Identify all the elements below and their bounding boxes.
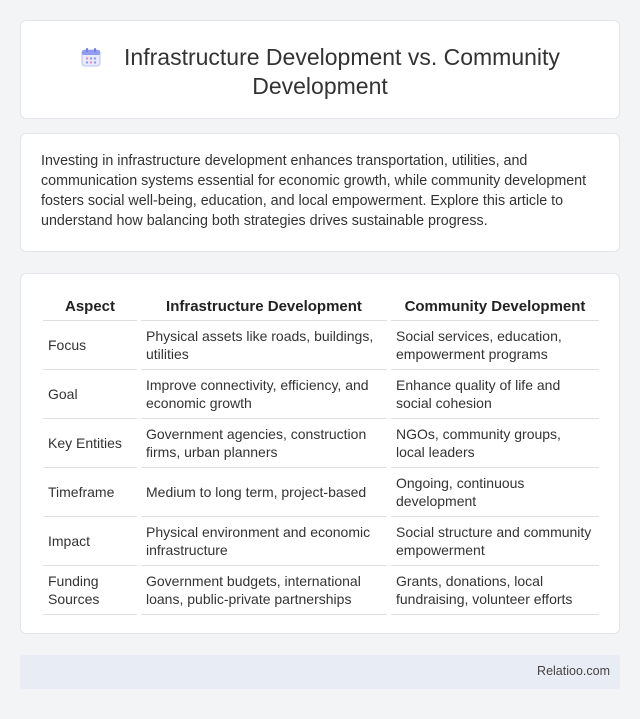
- calendar-icon: [81, 48, 101, 67]
- row-infrastructure: Medium to long term, project-based: [137, 467, 389, 517]
- comparison-table-card: Aspect Infrastructure Development Commun…: [20, 273, 620, 634]
- row-aspect: Funding Sources: [43, 565, 139, 615]
- row-infrastructure: Government agencies, construction firms,…: [137, 418, 389, 468]
- footer-brand[interactable]: Relatioo.com: [537, 664, 610, 678]
- footer-bar: Relatioo.com: [20, 655, 620, 689]
- row-community: Ongoing, continuous development: [387, 467, 599, 517]
- row-community: NGOs, community groups, local leaders: [387, 418, 599, 468]
- header-community: Community Development: [387, 295, 599, 321]
- row-aspect: Goal: [43, 369, 139, 419]
- row-infrastructure: Physical environment and economic infras…: [137, 516, 389, 566]
- title-card: Infrastructure Development vs. Community…: [20, 20, 620, 119]
- row-infrastructure: Physical assets like roads, buildings, u…: [137, 320, 389, 370]
- row-community: Grants, donations, local fundraising, vo…: [387, 565, 599, 615]
- row-aspect: Key Entities: [43, 418, 139, 468]
- row-aspect: Focus: [43, 320, 139, 370]
- table-header-row: Aspect Infrastructure Development Commun…: [43, 295, 599, 321]
- row-community: Social services, education, empowerment …: [387, 320, 599, 370]
- table-row: Focus Physical assets like roads, buildi…: [43, 320, 599, 370]
- row-aspect: Impact: [43, 516, 139, 566]
- row-community: Social structure and community empowerme…: [387, 516, 599, 566]
- row-infrastructure: Improve connectivity, efficiency, and ec…: [137, 369, 389, 419]
- table-row: Timeframe Medium to long term, project-b…: [43, 467, 599, 517]
- row-infrastructure: Government budgets, international loans,…: [137, 565, 389, 615]
- row-aspect: Timeframe: [43, 467, 139, 517]
- table-row: Funding Sources Government budgets, inte…: [43, 565, 599, 615]
- row-community: Enhance quality of life and social cohes…: [387, 369, 599, 419]
- table-row: Key Entities Government agencies, constr…: [43, 418, 599, 468]
- header-infrastructure: Infrastructure Development: [137, 295, 389, 321]
- header-aspect: Aspect: [43, 295, 139, 321]
- comparison-table: Aspect Infrastructure Development Commun…: [43, 295, 599, 615]
- intro-card: Investing in infrastructure development …: [20, 133, 620, 252]
- intro-paragraph: Investing in infrastructure development …: [41, 153, 587, 229]
- page-title: Infrastructure Development vs. Community…: [21, 43, 619, 101]
- table-row: Goal Improve connectivity, efficiency, a…: [43, 369, 599, 419]
- page-title-text: Infrastructure Development vs. Community…: [124, 44, 560, 99]
- table-row: Impact Physical environment and economic…: [43, 516, 599, 566]
